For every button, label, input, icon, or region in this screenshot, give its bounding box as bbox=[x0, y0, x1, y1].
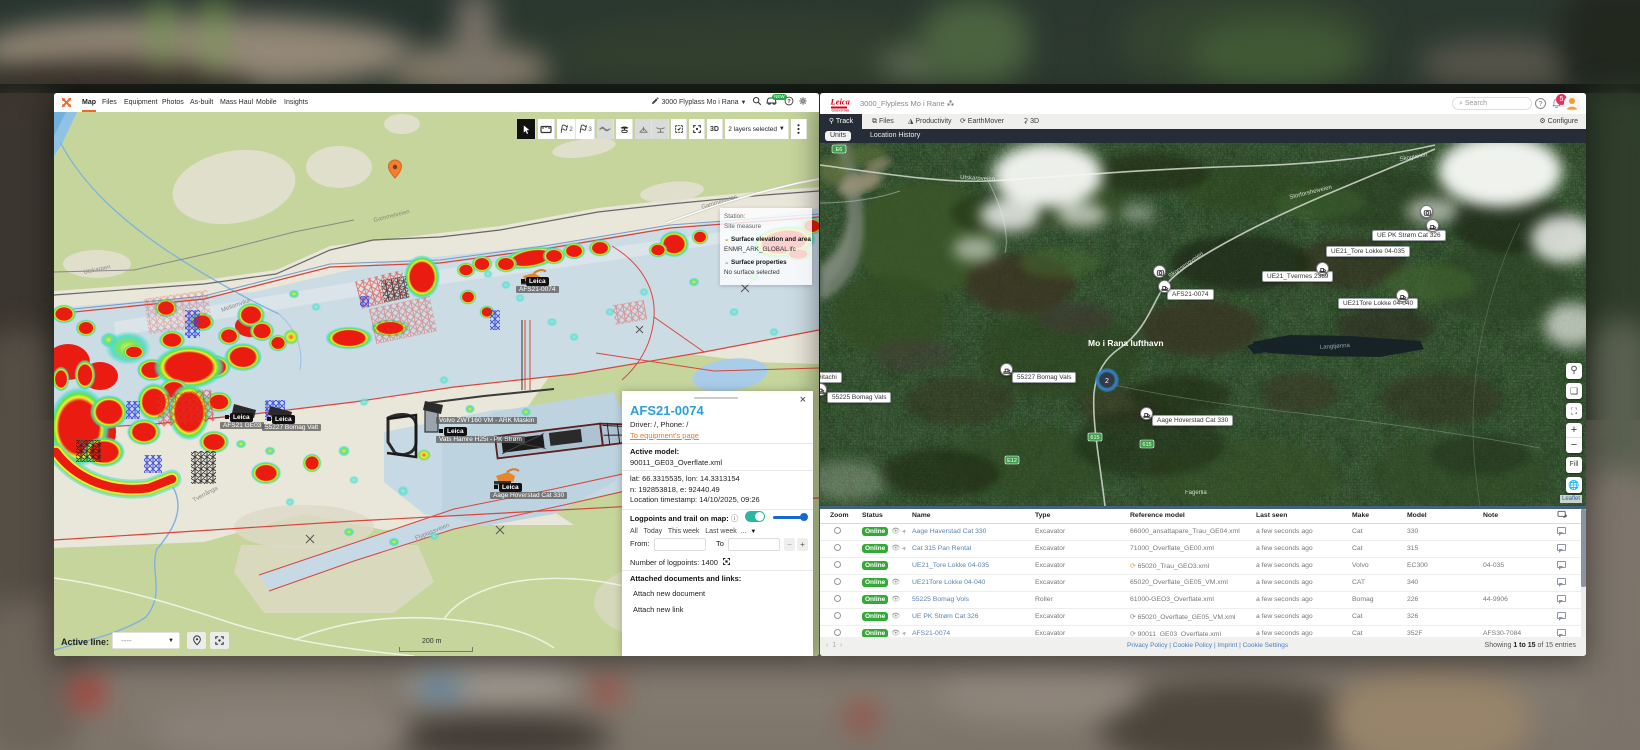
svg-text:E12: E12 bbox=[1007, 458, 1017, 464]
svg-text:Leica: Leica bbox=[830, 97, 851, 107]
svg-text:Mo i Rana lufthavn: Mo i Rana lufthavn bbox=[1088, 338, 1164, 348]
svg-text:615: 615 bbox=[1142, 442, 1151, 448]
svg-text:615: 615 bbox=[1090, 435, 1099, 441]
svg-text:2: 2 bbox=[1105, 378, 1109, 385]
svg-text:Fagerlia: Fagerlia bbox=[1185, 490, 1207, 496]
svg-text:GEOSYSTEMS: GEOSYSTEMS bbox=[832, 110, 850, 113]
svg-text:E6: E6 bbox=[836, 147, 843, 153]
svg-text:?: ? bbox=[787, 99, 790, 105]
